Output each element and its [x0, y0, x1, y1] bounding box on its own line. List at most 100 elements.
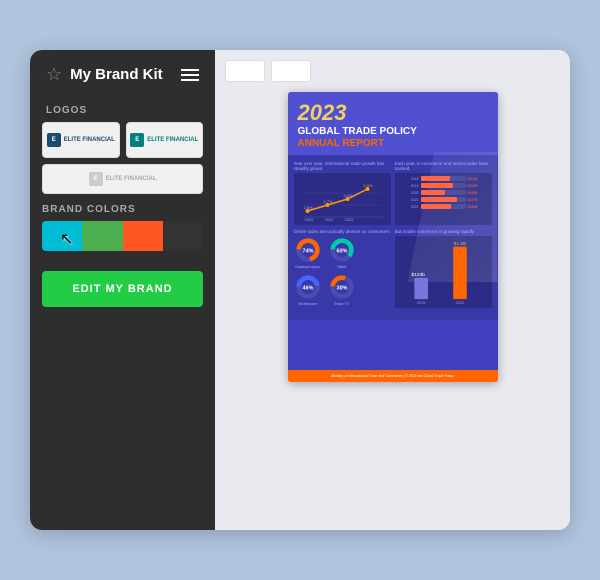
sidebar-header: ☆ My Brand Kit	[30, 50, 215, 95]
bar-track-2019	[421, 183, 466, 188]
star-icon: ☆	[46, 64, 62, 85]
toolbar-btn-1[interactable]	[225, 60, 265, 82]
bar-val-2022: $340B	[468, 205, 488, 209]
bar-row-2019: 2019 $390B	[399, 183, 488, 188]
donut-svg-tablet: 60%	[328, 236, 356, 264]
logo-gray[interactable]: E ELITE FINANCIAL	[42, 164, 203, 194]
svg-text:30%: 30%	[336, 285, 347, 291]
swatch-dark[interactable]	[163, 221, 203, 251]
bar-fill-2019	[421, 183, 453, 188]
logo-icon-dark: E	[47, 133, 61, 147]
right-panel: 2023 GLOBAL TRADE POLICY ANNUAL REPORT Y…	[215, 50, 570, 530]
toolbar	[225, 60, 560, 82]
doc-sub-label-1: Year over year, international trade grow…	[294, 161, 391, 171]
logo-icon-teal: E	[130, 133, 144, 147]
edit-brand-button[interactable]: EDIT MY BRAND	[42, 271, 203, 307]
donut-svg-desktop: 74%	[294, 236, 322, 264]
logo-text-gray: ELITE FINANCIAL	[106, 176, 157, 182]
bar-label-2019: 2019	[399, 184, 419, 188]
bar-track-2020	[421, 190, 466, 195]
doc-col-donuts: Online sales are tactically diverse on c…	[294, 229, 391, 310]
logos-grid: E ELITE FINANCIAL E ELITE FINANCIAL	[30, 122, 215, 158]
bar-track-2021	[421, 197, 466, 202]
bar-fill-2018	[421, 176, 450, 181]
big-bar-svg: $123b $1.6B 2015 2022	[398, 239, 489, 305]
bar-label-2022: 2022	[399, 205, 419, 209]
logo-text-teal: ELITE FINANCIAL	[147, 137, 198, 143]
swatch-green[interactable]	[82, 221, 122, 251]
swatch-orange[interactable]	[123, 221, 163, 251]
bar-row-2021: 2021 $347B	[399, 197, 488, 202]
doc-footer: Ministry of International Trade and Comm…	[288, 370, 498, 382]
donut-label-smartphone: Smartphone	[298, 302, 317, 306]
donut-row-2: 46% Smartphone 30%	[294, 273, 391, 306]
donut-label-smarttv: Smart TV	[334, 302, 349, 306]
svg-text:74%: 74%	[302, 248, 313, 254]
bar-row-2018: 2018 $321B	[399, 176, 488, 181]
donut-tablet: 60% Tablet	[328, 236, 356, 269]
bar-fill-2020	[421, 190, 446, 195]
main-container: ☆ My Brand Kit LOGOS E ELITE FINANCIAL E…	[30, 50, 570, 530]
cursor-icon: ↖	[60, 229, 73, 249]
donut-smartphone: 46% Smartphone	[294, 273, 322, 306]
sidebar: ☆ My Brand Kit LOGOS E ELITE FINANCIAL E…	[30, 50, 215, 530]
color-swatches[interactable]: ↖	[42, 221, 203, 251]
doc-body: Year over year, international trade grow…	[288, 155, 498, 320]
svg-text:2021: 2021	[324, 217, 334, 221]
mini-bar-chart: 2018 $321B 2019	[395, 173, 492, 225]
doc-sub-label-3: Online sales are tactically diverse on c…	[294, 229, 391, 234]
doc-title-line1: GLOBAL TRADE POLICY	[298, 126, 488, 138]
bar-label-2020: 2020	[399, 191, 419, 195]
line-chart-svg: 2020 2021 2022 2.5% 1.7% 3.1% 5.5%	[298, 177, 387, 221]
logo-text-dark: ELITE FINANCIAL	[64, 137, 115, 143]
donut-label-desktop: Desktop/Laptop	[295, 265, 320, 269]
svg-text:$123b: $123b	[411, 272, 425, 278]
svg-text:5.5%: 5.5%	[363, 183, 373, 188]
doc-row-bottom: Online sales are tactically diverse on c…	[294, 229, 492, 310]
doc-col-line: Year over year, international trade grow…	[294, 161, 391, 225]
logo-single-row: E ELITE FINANCIAL	[30, 158, 215, 194]
logos-label: LOGOS	[30, 95, 215, 122]
hamburger-menu[interactable]	[181, 69, 199, 81]
svg-text:2015: 2015	[416, 300, 425, 305]
document-preview: 2023 GLOBAL TRADE POLICY ANNUAL REPORT Y…	[288, 92, 498, 382]
logo-teal[interactable]: E ELITE FINANCIAL	[126, 122, 204, 158]
svg-text:2020: 2020	[304, 217, 314, 221]
mini-line-chart: 2020 2021 2022 2.5% 1.7% 3.1% 5.5%	[294, 173, 391, 225]
bar-row-2020: 2020 $348B	[399, 190, 488, 195]
svg-text:2022: 2022	[344, 217, 354, 221]
bar-track-2022	[421, 204, 466, 209]
svg-text:$1.6B: $1.6B	[453, 241, 466, 247]
toolbar-btn-2[interactable]	[271, 60, 311, 82]
bar-fill-2021	[421, 197, 457, 202]
doc-header: 2023 GLOBAL TRADE POLICY ANNUAL REPORT	[288, 92, 498, 155]
bar-val-2018: $321B	[468, 177, 488, 181]
logo-dark[interactable]: E ELITE FINANCIAL	[42, 122, 120, 158]
bar-label-2018: 2018	[399, 177, 419, 181]
brand-colors-label: BRAND COLORS	[42, 204, 203, 221]
svg-text:1.7%: 1.7%	[323, 199, 333, 204]
bar-val-2021: $347B	[468, 198, 488, 202]
donut-svg-smarttv: 30%	[328, 273, 356, 301]
doc-col-bigchart: But mobile commerce is growing rapidly $…	[395, 229, 492, 310]
document-wrapper: 2023 GLOBAL TRADE POLICY ANNUAL REPORT Y…	[225, 92, 560, 520]
donut-desktop: 74% Desktop/Laptop	[294, 236, 322, 269]
bar-label-2021: 2021	[399, 198, 419, 202]
svg-text:2.5%: 2.5%	[303, 205, 313, 210]
svg-text:2022: 2022	[455, 300, 464, 305]
donut-svg-smartphone: 46%	[294, 273, 322, 301]
donut-label-tablet: Tablet	[337, 265, 346, 269]
logo-icon-gray: E	[89, 172, 103, 186]
svg-text:60%: 60%	[336, 248, 347, 254]
svg-text:46%: 46%	[302, 285, 313, 291]
bar-fill-2022	[421, 204, 452, 209]
bar-val-2020: $348B	[468, 191, 488, 195]
sidebar-brand: ☆ My Brand Kit	[46, 64, 163, 85]
doc-footer-text: Ministry of International Trade and Comm…	[294, 374, 492, 378]
sidebar-title: My Brand Kit	[70, 66, 163, 83]
brand-colors-section: BRAND COLORS ↖	[30, 194, 215, 257]
svg-text:3.1%: 3.1%	[343, 193, 353, 198]
big-bar-chart: $123b $1.6B 2015 2022	[395, 236, 492, 308]
doc-year: 2023	[298, 102, 488, 124]
donut-row-1: 74% Desktop/Laptop 60%	[294, 236, 391, 269]
